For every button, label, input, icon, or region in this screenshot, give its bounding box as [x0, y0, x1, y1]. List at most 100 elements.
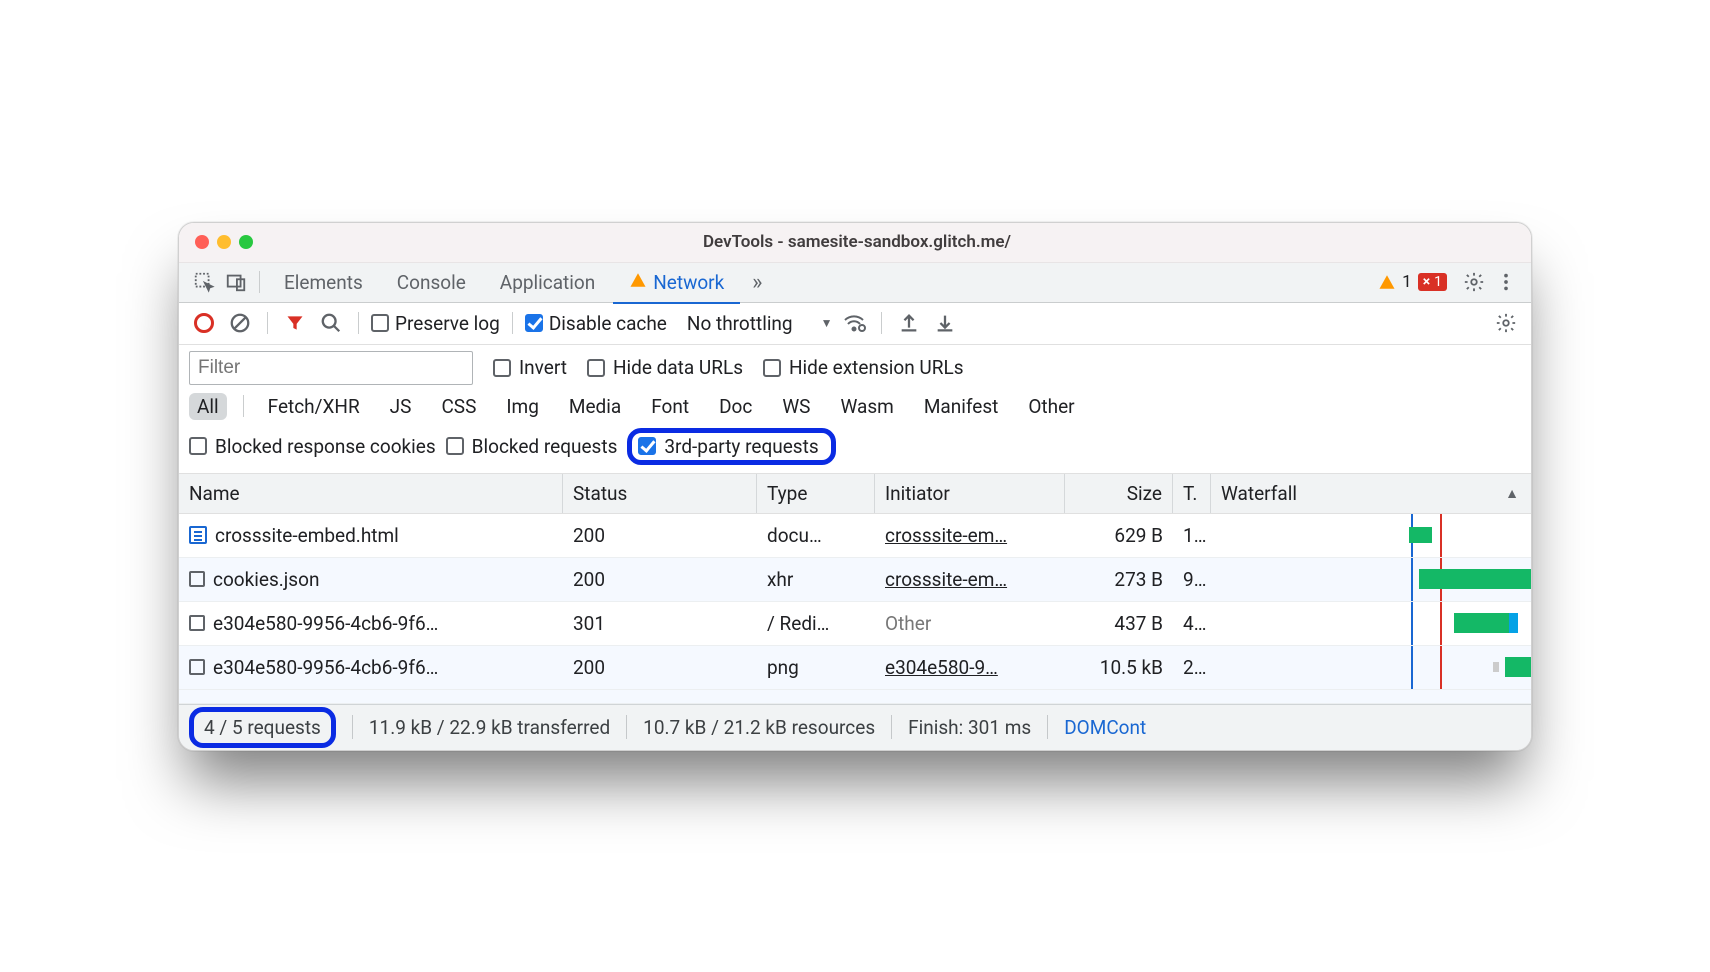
request-type: / Redi…: [757, 612, 875, 635]
kebab-menu-icon[interactable]: [1491, 267, 1521, 297]
preserve-log-checkbox[interactable]: [371, 314, 389, 332]
window-title: DevTools - samesite-sandbox.glitch.me/: [253, 232, 1531, 252]
document-icon: [189, 526, 207, 544]
tab-application[interactable]: Application: [484, 262, 611, 302]
type-font[interactable]: Font: [643, 393, 697, 420]
col-type[interactable]: Type: [757, 474, 875, 513]
device-toggle-icon[interactable]: [221, 267, 251, 297]
request-type: xhr: [757, 568, 875, 591]
type-media[interactable]: Media: [561, 393, 629, 420]
type-ws[interactable]: WS: [774, 393, 818, 420]
col-status[interactable]: Status: [563, 474, 757, 513]
request-name: e304e580-9956-4cb6-9f6…: [213, 612, 438, 635]
throttling-select[interactable]: No throttling ▼: [687, 312, 833, 335]
zoom-window[interactable]: [239, 235, 253, 249]
type-js[interactable]: JS: [382, 393, 420, 420]
table-row[interactable]: crosssite-embed.html 200 docu… crosssite…: [179, 514, 1531, 558]
third-party-requests-highlight: 3rd-party requests: [627, 428, 835, 465]
status-bar: 4 / 5 requests 11.9 kB / 22.9 kB transfe…: [179, 704, 1531, 750]
request-waterfall: [1211, 558, 1531, 601]
network-conditions-icon[interactable]: [839, 308, 869, 338]
resources-size: 10.7 kB / 21.2 kB resources: [643, 716, 875, 739]
table-row[interactable]: e304e580-9956-4cb6-9f6… 200 png e304e580…: [179, 646, 1531, 690]
warning-icon: [1378, 273, 1396, 291]
request-size: 629 B: [1065, 524, 1173, 547]
request-initiator[interactable]: crosssite-em…: [875, 524, 1065, 547]
type-fetch-xhr[interactable]: Fetch/XHR: [260, 393, 368, 420]
col-waterfall[interactable]: Waterfall ▲: [1211, 474, 1531, 513]
col-initiator[interactable]: Initiator: [875, 474, 1065, 513]
close-window[interactable]: [195, 235, 209, 249]
search-icon[interactable]: [316, 308, 346, 338]
settings-icon[interactable]: [1459, 267, 1489, 297]
domcontent-link[interactable]: DOMCont: [1064, 716, 1146, 739]
hide-data-urls-checkbox[interactable]: [587, 359, 605, 377]
record-button[interactable]: [189, 308, 219, 338]
type-css[interactable]: CSS: [433, 393, 484, 420]
chevron-down-icon: ▼: [821, 316, 833, 330]
invert-checkbox[interactable]: [493, 359, 511, 377]
file-icon: [189, 571, 205, 587]
request-time: 2..: [1173, 656, 1211, 679]
request-size: 437 B: [1065, 612, 1173, 635]
col-time[interactable]: T.: [1173, 474, 1211, 513]
tab-elements[interactable]: Elements: [268, 262, 379, 302]
type-other[interactable]: Other: [1020, 393, 1082, 420]
hide-extension-urls-checkbox[interactable]: [763, 359, 781, 377]
requests-count: 4 / 5 requests: [204, 716, 321, 739]
type-wasm[interactable]: Wasm: [832, 393, 901, 420]
request-type: docu…: [757, 524, 875, 547]
invert-label[interactable]: Invert: [519, 356, 567, 379]
table-header: Name Status Type Initiator Size T. Water…: [179, 474, 1531, 514]
request-name: e304e580-9956-4cb6-9f6…: [213, 656, 438, 679]
more-tabs-chevron-icon[interactable]: »: [742, 267, 772, 297]
type-img[interactable]: Img: [498, 393, 547, 420]
issues-summary[interactable]: 1 ×1: [1378, 272, 1447, 292]
col-size[interactable]: Size: [1065, 474, 1173, 513]
minimize-window[interactable]: [217, 235, 231, 249]
inspect-icon[interactable]: [189, 267, 219, 297]
tab-console[interactable]: Console: [381, 262, 482, 302]
type-manifest[interactable]: Manifest: [916, 393, 1007, 420]
finish-time: Finish: 301 ms: [908, 716, 1031, 739]
file-icon: [189, 615, 205, 631]
disable-cache-checkbox[interactable]: [525, 314, 543, 332]
preserve-log-label[interactable]: Preserve log: [395, 312, 500, 335]
third-party-requests-checkbox[interactable]: [638, 437, 656, 455]
request-waterfall: [1211, 646, 1531, 689]
tab-network[interactable]: Network: [613, 262, 740, 302]
titlebar: DevTools - samesite-sandbox.glitch.me/: [179, 223, 1531, 263]
request-status: 301: [563, 612, 757, 635]
type-doc[interactable]: Doc: [711, 393, 760, 420]
col-name[interactable]: Name: [179, 474, 563, 513]
request-type: png: [757, 656, 875, 679]
requests-count-highlight: 4 / 5 requests: [189, 707, 336, 748]
type-all[interactable]: All: [189, 393, 227, 420]
blocked-requests-checkbox[interactable]: [446, 437, 464, 455]
network-toolbar: Preserve log Disable cache No throttling…: [179, 303, 1531, 345]
request-initiator[interactable]: crosssite-em…: [875, 568, 1065, 591]
disable-cache-label[interactable]: Disable cache: [549, 312, 667, 335]
table-row[interactable]: e304e580-9956-4cb6-9f6… 301 / Redi… Othe…: [179, 602, 1531, 646]
clear-button[interactable]: [225, 308, 255, 338]
request-time: 4..: [1173, 612, 1211, 635]
filter-input[interactable]: [189, 351, 473, 385]
error-badge: ×1: [1418, 273, 1447, 291]
warning-icon: [629, 271, 647, 294]
request-status: 200: [563, 568, 757, 591]
filter-icon[interactable]: [280, 308, 310, 338]
table-row[interactable]: cookies.json 200 xhr crosssite-em… 273 B…: [179, 558, 1531, 602]
request-size: 10.5 kB: [1065, 656, 1173, 679]
request-waterfall: [1211, 514, 1531, 557]
request-status: 200: [563, 524, 757, 547]
panel-settings-icon[interactable]: [1491, 308, 1521, 338]
window-controls: [179, 235, 253, 249]
request-status: 200: [563, 656, 757, 679]
import-har-icon[interactable]: [930, 308, 960, 338]
blocked-cookies-checkbox[interactable]: [189, 437, 207, 455]
export-har-icon[interactable]: [894, 308, 924, 338]
request-initiator[interactable]: e304e580-9…: [875, 656, 1065, 679]
file-icon: [189, 659, 205, 675]
panel-tabs: Elements Console Application Network » 1…: [179, 263, 1531, 303]
request-name: cookies.json: [213, 568, 319, 591]
